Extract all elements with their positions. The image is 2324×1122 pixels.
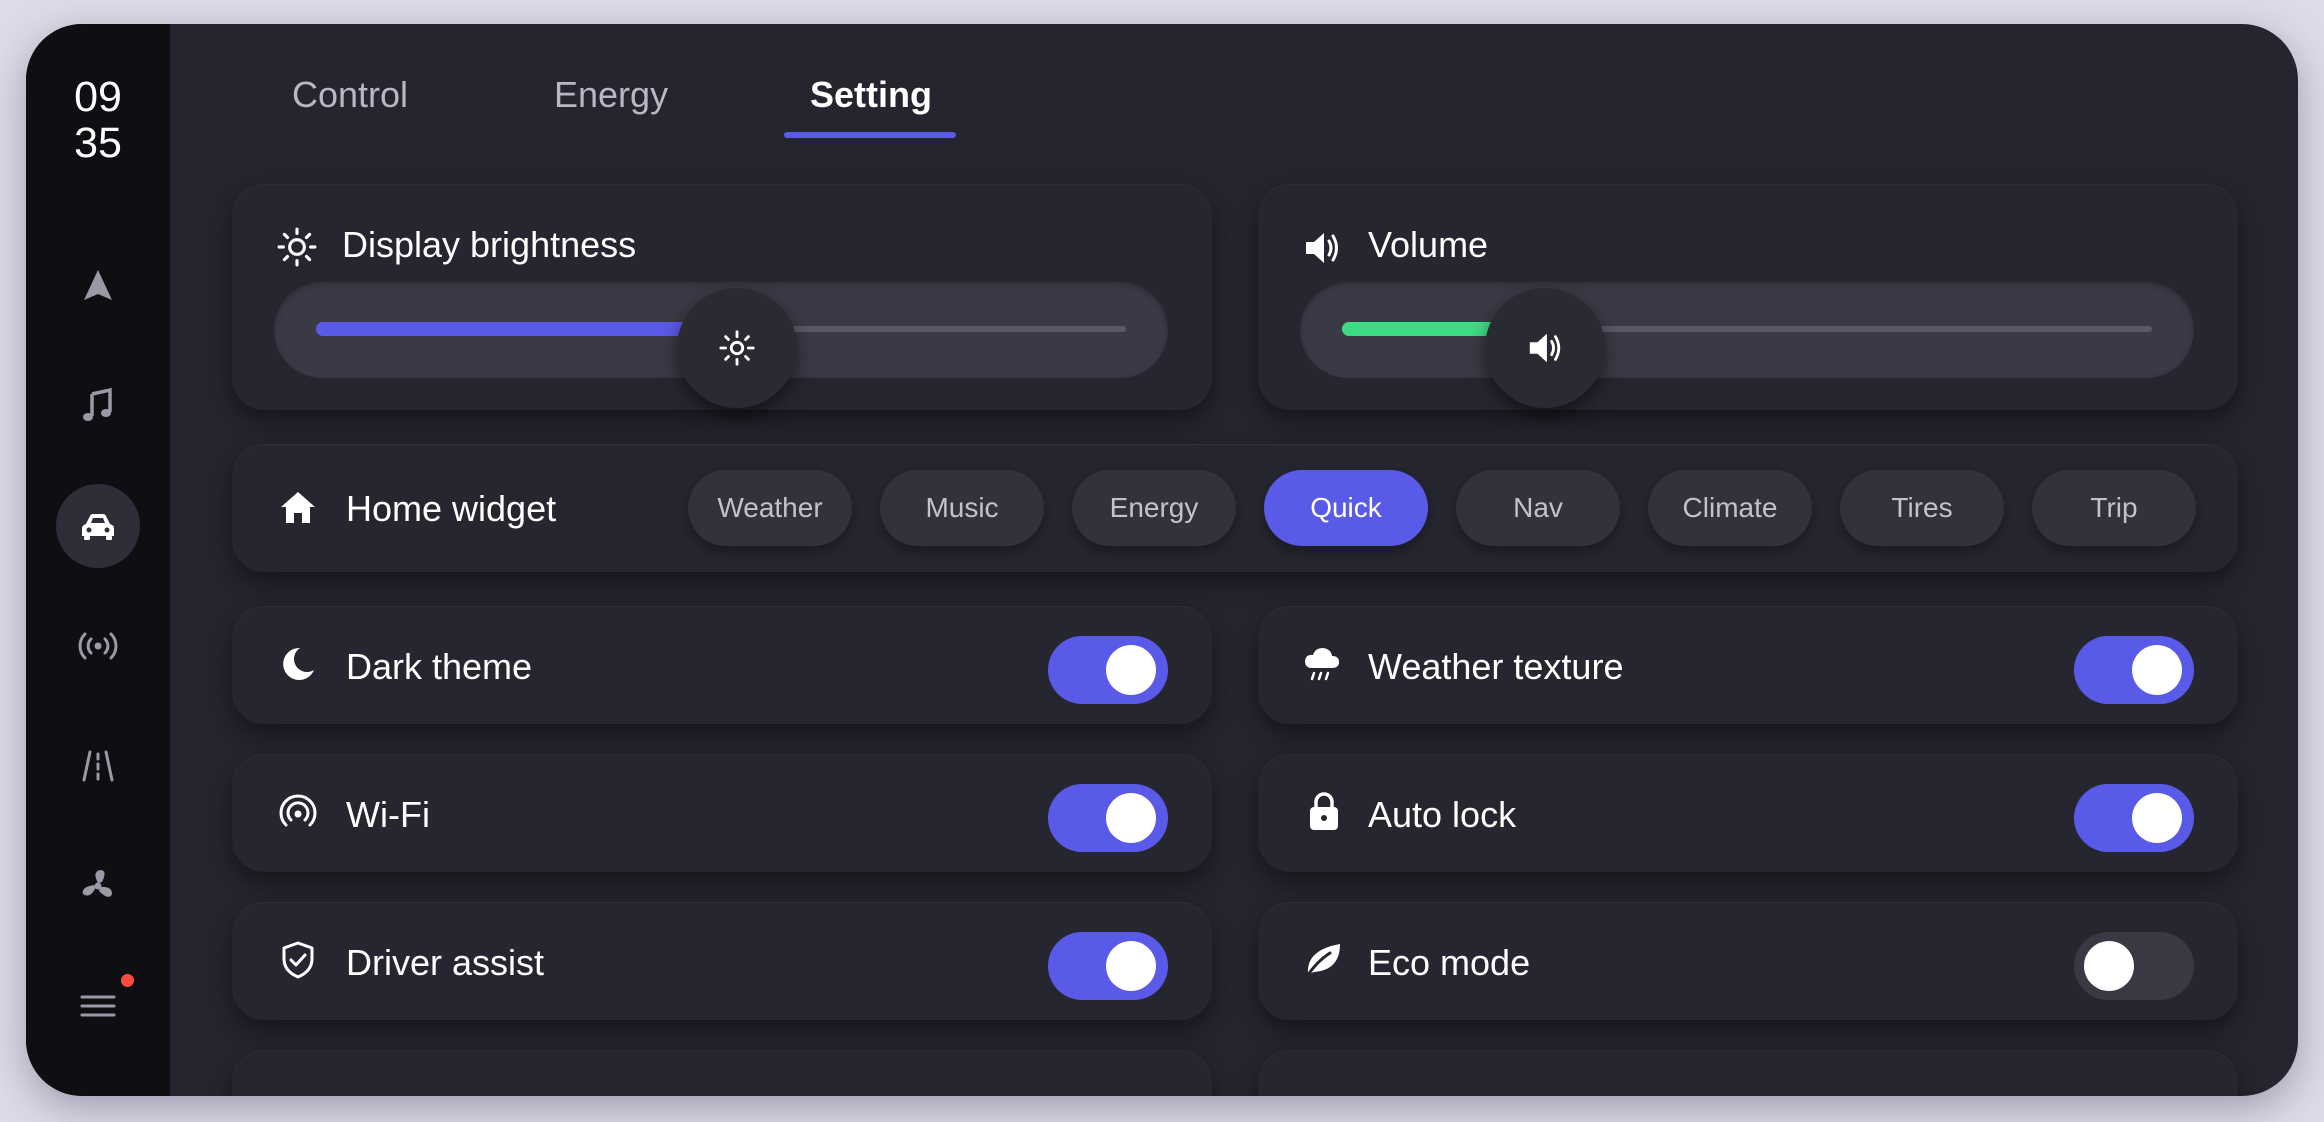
music-icon [83,387,112,421]
auto-lock-row: Auto lock [1258,754,2238,872]
fan-icon [82,870,112,897]
dark-theme-toggle[interactable] [1048,636,1168,704]
chip-climate[interactable]: Climate [1648,470,1812,546]
sidebar-item-radio[interactable] [56,604,140,688]
clock-minutes: 35 [74,119,122,167]
chip-quick[interactable]: Quick [1264,470,1428,546]
speaker-icon [1302,228,1342,268]
clock-hours: 09 [74,73,122,121]
auto-lock-toggle[interactable] [2074,784,2194,852]
sidebar-item-car[interactable] [56,484,140,568]
weather-texture-label: Weather texture [1368,646,1624,687]
home-widget-options: Weather Music Energy Quick Nav Climate T… [688,470,2196,546]
brightness-slider-rail [316,288,1126,408]
volume-card: Volume [1258,184,2238,410]
sidebar-item-music[interactable] [56,364,140,448]
notification-dot [121,974,134,987]
sidebar-item-road[interactable] [56,724,140,808]
radio-icon [78,632,118,660]
brightness-slider-handle[interactable] [677,288,798,408]
dark-theme-label: Dark theme [346,646,533,687]
brightness-label: Display brightness [342,224,637,265]
sidebar-item-navigation[interactable] [56,244,140,328]
toggle-thumb [1106,645,1156,695]
driver-assist-toggle[interactable] [1048,932,1168,1000]
chip-tires[interactable]: Tires [1840,470,2004,546]
brightness-slider-fill [316,322,738,336]
volume-slider-handle[interactable] [1484,288,1605,408]
app-window: 09 35 Control Energy Setting Display bri… [26,24,2298,1096]
weather-texture-toggle[interactable] [2074,636,2194,704]
sidebar-item-menu[interactable] [56,964,140,1048]
lock-icon [1304,790,1344,832]
cloud-rain-icon [1302,644,1342,684]
eco-mode-row: Eco mode [1258,902,2238,1020]
volume-slider[interactable] [1300,282,2194,408]
toggle-thumb [1106,941,1156,991]
wifi-toggle[interactable] [1048,784,1168,852]
chip-music[interactable]: Music [880,470,1044,546]
menu-icon [80,995,116,1017]
sun-icon [276,226,318,268]
home-widget-label: Home widget [346,488,557,529]
road-icon [82,750,114,782]
toggle-thumb [2132,793,2182,843]
toggle-thumb [2084,941,2134,991]
next-row-right [1258,1050,2238,1096]
sun-icon [719,330,755,366]
chip-weather[interactable]: Weather [688,470,852,546]
home-icon [278,488,318,528]
clock: 09 35 [26,74,170,166]
car-icon [82,514,114,540]
toggle-thumb [2132,645,2182,695]
active-tab-indicator [784,132,956,138]
speaker-icon [1529,333,1560,363]
brightness-slider[interactable] [274,282,1168,408]
volume-label: Volume [1368,224,1489,265]
chip-nav[interactable]: Nav [1456,470,1620,546]
sidebar-item-fan[interactable] [56,844,140,928]
next-row-left [232,1050,1212,1096]
wifi-row: Wi-Fi [232,754,1212,872]
driver-assist-row: Driver assist [232,902,1212,1020]
dark-theme-row: Dark theme [232,606,1212,724]
eco-mode-toggle[interactable] [2074,932,2194,1000]
sidebar: 09 35 [26,24,170,1096]
wifi-icon [278,792,318,832]
chip-trip[interactable]: Trip [2032,470,2196,546]
shield-check-icon [278,940,318,980]
auto-lock-label: Auto lock [1368,794,1517,835]
moon-icon [278,644,318,684]
volume-slider-rail [1342,288,2152,408]
driver-assist-label: Driver assist [346,942,545,983]
toggle-thumb [1106,793,1156,843]
home-widget-card: Home widget Weather Music Energy Quick N… [232,444,2238,572]
navigation-icon [84,270,112,300]
tab-setting[interactable]: Setting [810,74,932,116]
leaf-icon [1302,940,1344,980]
chip-energy[interactable]: Energy [1072,470,1236,546]
tab-energy[interactable]: Energy [554,74,668,116]
weather-texture-row: Weather texture [1258,606,2238,724]
wifi-label: Wi-Fi [346,794,430,835]
brightness-card: Display brightness [232,184,1212,410]
tab-control[interactable]: Control [292,74,408,116]
eco-mode-label: Eco mode [1368,942,1531,983]
